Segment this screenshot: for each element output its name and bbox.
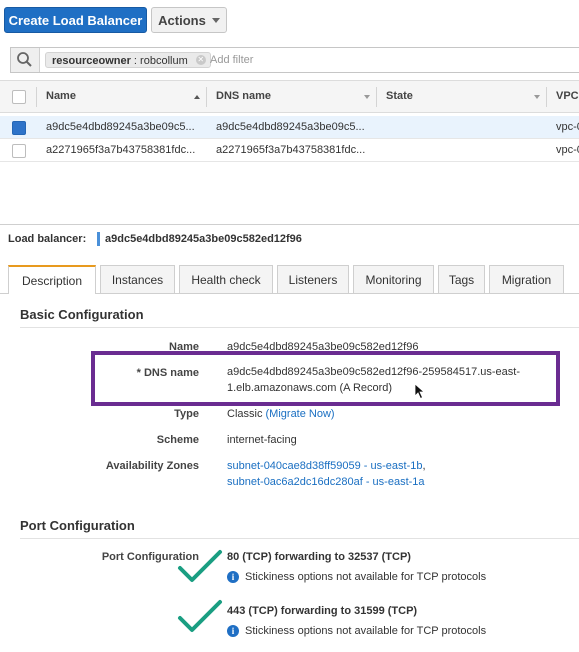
availability-zones-label: Availability Zones [105, 460, 199, 472]
column-header-state[interactable]: State [386, 81, 413, 112]
filter-chip-separator: : [130, 55, 141, 67]
tab-listeners[interactable]: Listeners [277, 265, 349, 293]
column-divider [546, 87, 547, 107]
type-value-wrap: Classic (Migrate Now) [227, 406, 335, 422]
dns-name-label: * DNS name [136, 367, 199, 379]
filter-bar[interactable]: resourceowner : robcollum ✕ Add filter [10, 47, 579, 73]
table-row[interactable]: a2271965f3a7b43758381fdc... a2271965f3a7… [0, 139, 579, 162]
tab-monitoring[interactable]: Monitoring [353, 265, 434, 293]
dns-name-line-1: a9dc5e4dbd89245a3be09c582ed12f96-2595845… [227, 366, 520, 378]
detail-title-value: a9dc5e4dbd89245a3be09c582ed12f96 [105, 233, 302, 245]
column-header-dns-name[interactable]: DNS name [216, 81, 271, 112]
row-checkbox[interactable] [12, 144, 26, 158]
filter-chip-value: robcollum [140, 55, 188, 67]
sort-asc-icon[interactable] [194, 95, 200, 99]
az-line-1: subnet-040cae8d38ff59059 - us-east-1b, [227, 458, 426, 474]
port-note-443: Stickiness options not available for TCP… [245, 625, 487, 637]
filter-chip[interactable]: resourceowner : robcollum ✕ [45, 52, 211, 68]
tab-tags[interactable]: Tags [438, 265, 485, 293]
info-icon: i [227, 625, 239, 637]
sort-desc-icon[interactable] [364, 95, 370, 99]
row-vpc: vpc-0 [556, 121, 579, 133]
column-divider [36, 87, 37, 107]
chip-close-icon[interactable]: ✕ [195, 55, 206, 65]
search-button[interactable] [11, 48, 40, 72]
row-name: a9dc5e4dbd89245a3be09c5... [46, 121, 195, 133]
row-dns-name: a2271965f3a7b43758381fdc... [216, 144, 366, 156]
detail-title-marker [97, 232, 100, 246]
mouse-cursor-icon [414, 383, 426, 400]
row-vpc: vpc-0 [556, 144, 579, 156]
panel-divider[interactable] [0, 224, 579, 225]
column-divider [376, 87, 377, 107]
create-load-balancer-button[interactable]: Create Load Balancer [4, 7, 147, 33]
migrate-now-link[interactable]: (Migrate Now) [266, 408, 335, 420]
type-value: Classic [227, 408, 263, 420]
tab-migration[interactable]: Migration [489, 265, 564, 293]
select-all-checkbox[interactable] [12, 90, 26, 104]
table-row[interactable]: a9dc5e4dbd89245a3be09c5... a9dc5e4dbd892… [0, 116, 579, 139]
actions-label: Actions [158, 12, 206, 28]
checkmark-icon [178, 600, 222, 632]
caret-down-icon [211, 17, 220, 23]
add-filter-placeholder[interactable]: Add filter [210, 54, 253, 66]
port-rule-80: 80 (TCP) forwarding to 32537 (TCP) [227, 551, 411, 563]
port-rule-443: 443 (TCP) forwarding to 31599 (TCP) [227, 605, 418, 617]
detail-title-label: Load balancer: [8, 233, 87, 245]
type-label: Type [174, 408, 199, 420]
scheme-value: internet-facing [227, 434, 297, 446]
row-checkbox[interactable] [12, 121, 26, 135]
section-separator [20, 538, 579, 539]
subnet-link[interactable]: subnet-0ac6a2dc16dc280af - us-east-1a [227, 474, 425, 490]
az-separator: , [422, 460, 426, 472]
table-header: Name DNS name State VPC [0, 80, 579, 113]
port-configuration-heading: Port Configuration [20, 518, 135, 533]
basic-configuration-heading: Basic Configuration [20, 307, 144, 322]
search-icon [17, 52, 32, 67]
actions-dropdown-button[interactable]: Actions [151, 7, 227, 33]
filter-chip-key: resourceowner [52, 55, 131, 67]
tab-health-check[interactable]: Health check [179, 265, 273, 293]
subnet-link[interactable]: subnet-040cae8d38ff59059 - us-east-1b [227, 460, 423, 472]
dns-name-line-2: 1.elb.amazonaws.com (A Record) [227, 382, 393, 394]
tab-description[interactable]: Description [8, 265, 96, 294]
port-note-80: Stickiness options not available for TCP… [245, 571, 487, 583]
section-separator [20, 327, 579, 328]
checkmark-icon [178, 550, 222, 582]
column-divider [206, 87, 207, 107]
row-name: a2271965f3a7b43758381fdc... [46, 144, 196, 156]
row-dns-name: a9dc5e4dbd89245a3be09c5... [216, 121, 365, 133]
column-header-name[interactable]: Name [46, 81, 76, 112]
sort-desc-icon[interactable] [534, 95, 540, 99]
tab-instances[interactable]: Instances [100, 265, 175, 293]
column-header-vpc[interactable]: VPC [556, 81, 579, 112]
info-icon: i [227, 571, 239, 583]
scheme-label: Scheme [156, 434, 199, 446]
